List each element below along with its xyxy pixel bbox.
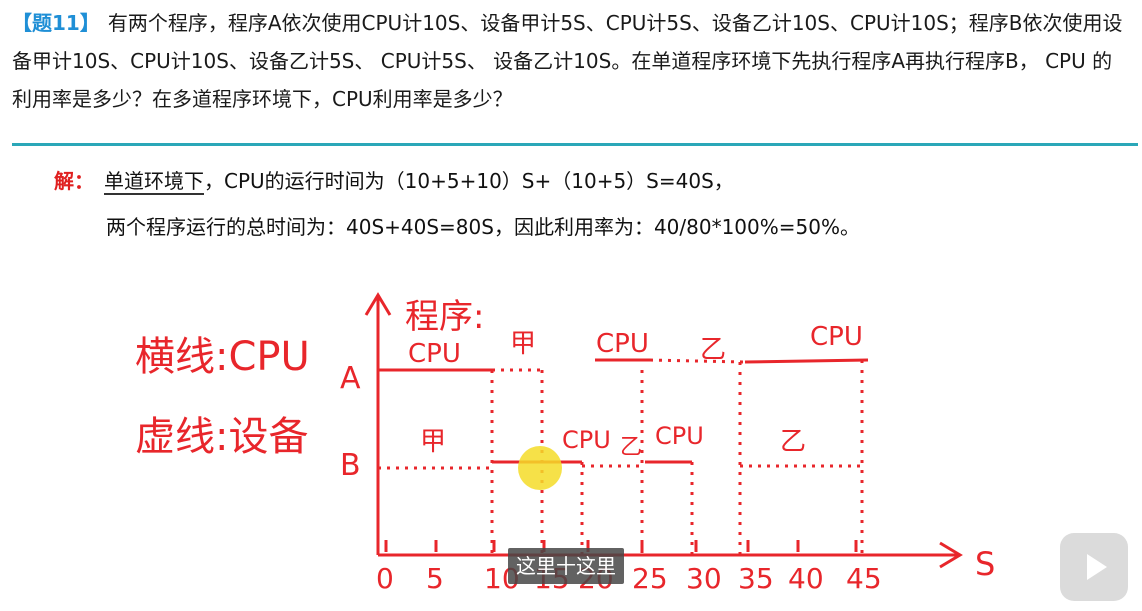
- problem-text: 有两个程序，程序A依次使用CPU计10S、设备甲计5S、CPU计5S、设备乙计1…: [12, 11, 1123, 111]
- label-b-cpu-1: CPU: [562, 426, 611, 454]
- label-b-yi-1: 乙: [620, 435, 642, 460]
- label-b-cpu-2: CPU: [655, 422, 704, 450]
- problem-tag: 【题11】: [12, 11, 100, 35]
- label-b-jia: 甲: [420, 427, 446, 457]
- x-axis-unit: S: [975, 545, 995, 583]
- row-b-label: B: [340, 448, 361, 483]
- solution-line1: ，CPU的运行时间为（10+5+10）S+（10+5）S=40S，: [204, 169, 734, 193]
- a-yi-line: [649, 358, 746, 364]
- solution-label: 解：: [54, 169, 94, 193]
- x-tick-label: 40: [788, 562, 824, 595]
- divider: [12, 143, 1138, 146]
- label-a-cpu-2: CPU: [596, 329, 649, 359]
- y-axis-label: 程序:: [405, 297, 484, 337]
- label-a-yi: 乙: [700, 335, 726, 365]
- problem-statement: 【题11】 有两个程序，程序A依次使用CPU计10S、设备甲计5S、CPU计5S、…: [12, 4, 1132, 118]
- x-tick-label: 35: [738, 562, 774, 595]
- solution-line2: 两个程序运行的总时间为：40S+40S=80S，因此利用率为：40/80*100…: [106, 215, 860, 239]
- label-a-cpu-3: CPU: [810, 322, 863, 352]
- label-a-jia: 甲: [510, 329, 536, 359]
- solution-env-word: 单道环境下: [104, 169, 204, 195]
- legend-device: 虚线:设备: [135, 414, 308, 460]
- label-b-yi-2: 乙: [780, 427, 806, 457]
- x-tick-label: 30: [686, 562, 722, 595]
- play-icon[interactable]: [1060, 533, 1128, 601]
- legend-cpu: 横线:CPU: [135, 334, 310, 380]
- x-tick-label: 5: [426, 562, 444, 595]
- a-cpu-3-line: [744, 358, 869, 364]
- video-subtitle: 这里十这里: [508, 548, 624, 584]
- x-tick-label: 0: [376, 562, 394, 595]
- label-a-cpu-1: CPU: [408, 339, 461, 369]
- x-tick-label: 25: [632, 562, 668, 595]
- x-tick-labels: 051015202530354045: [376, 540, 882, 595]
- cursor-highlight: [518, 446, 562, 490]
- x-tick-label: 45: [846, 562, 882, 595]
- solution-block: 解： 单道环境下，CPU的运行时间为（10+5+10）S+（10+5）S=40S，…: [54, 158, 860, 250]
- row-a-label: A: [340, 361, 361, 396]
